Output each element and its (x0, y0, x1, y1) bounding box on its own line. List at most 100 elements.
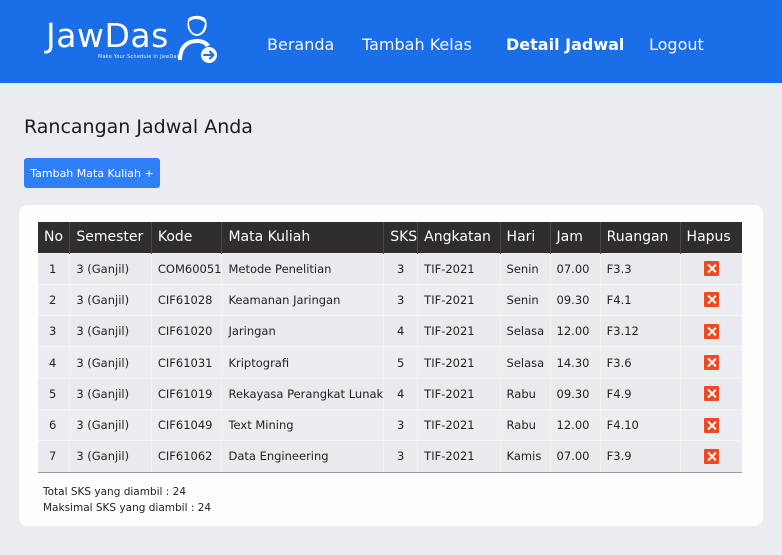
delete-icon[interactable] (703, 355, 719, 371)
delete-icon[interactable] (703, 417, 719, 433)
col-header-angkatan: Angkatan (417, 222, 501, 253)
cell-no: 1 (38, 252, 70, 285)
col-header-hari: Hari (499, 222, 551, 253)
cell-hapus (679, 408, 742, 441)
cell-semester: 3 (Ganjil) (69, 346, 152, 379)
cell-semester: 3 (Ganjil) (69, 377, 152, 410)
cell-mata-kuliah: Metode Penelitian (221, 252, 384, 285)
nav-tambah-kelas[interactable]: Tambah Kelas (362, 34, 472, 56)
cell-hapus (679, 377, 742, 410)
delete-icon[interactable] (703, 323, 719, 339)
cell-no: 7 (38, 440, 70, 473)
cell-sks: 3 (383, 408, 418, 441)
delete-icon[interactable] (703, 292, 719, 308)
cell-hari: Senin (499, 252, 551, 285)
cell-ruangan: F3.6 (599, 346, 681, 379)
cell-hari: Selasa (499, 315, 551, 347)
cell-angkatan: TIF-2021 (417, 408, 501, 441)
delete-icon[interactable] (703, 448, 719, 464)
cell-mata-kuliah: Rekayasa Perangkat Lunak (221, 377, 384, 410)
brand-name: JawDas (46, 16, 169, 55)
cell-angkatan: TIF-2021 (417, 377, 501, 410)
cell-kode: CIF61020 (150, 315, 222, 347)
col-header-mata-kuliah: Mata Kuliah (221, 222, 384, 253)
cell-mata-kuliah: Keamanan Jaringan (221, 283, 384, 316)
cell-hapus (679, 252, 742, 285)
nav-detail-jadwal[interactable]: Detail Jadwal (506, 34, 624, 56)
cell-sks: 3 (383, 283, 418, 316)
cell-hapus (679, 283, 742, 316)
col-header-jam: Jam (549, 222, 601, 253)
cell-ruangan: F4.10 (599, 408, 681, 441)
cell-mata-kuliah: Text Mining (221, 408, 384, 441)
cell-sks: 3 (383, 440, 418, 473)
cell-kode: CIF61049 (150, 408, 222, 441)
schedule-table: No Semester Kode Mata Kuliah SKS Angkata… (38, 222, 742, 473)
cell-angkatan: TIF-2021 (417, 346, 501, 379)
cell-hari: Rabu (499, 377, 551, 410)
table-row: 3 3 (Ganjil) CIF61020 Jaringan 4 TIF-202… (38, 315, 742, 347)
max-sks-text: Maksimal SKS yang diambil : 24 (43, 502, 212, 514)
table-row: 7 3 (Ganjil) CIF61062 Data Engineering 3… (38, 440, 742, 473)
table-row: 5 3 (Ganjil) CIF61019 Rekayasa Perangkat… (38, 377, 742, 410)
cell-jam: 07.00 (549, 440, 601, 473)
delete-icon[interactable] (703, 386, 719, 402)
cell-kode: CIF61031 (150, 346, 222, 379)
brand-logo[interactable]: JawDas Make Your Schedule in JawDas (46, 14, 226, 70)
cell-angkatan: TIF-2021 (417, 283, 501, 316)
table-row: 2 3 (Ganjil) CIF61028 Keamanan Jaringan … (38, 283, 742, 316)
cell-ruangan: F3.12 (599, 315, 681, 347)
cell-no: 3 (38, 315, 70, 347)
cell-jam: 12.00 (549, 315, 601, 347)
nav-logout[interactable]: Logout (649, 34, 704, 56)
cell-hari: Selasa (499, 346, 551, 379)
cell-ruangan: F3.9 (599, 440, 681, 473)
page-title: Rancangan Jadwal Anda (24, 116, 253, 138)
cell-semester: 3 (Ganjil) (69, 440, 152, 473)
cell-mata-kuliah: Kriptografi (221, 346, 384, 379)
nav-beranda[interactable]: Beranda (267, 34, 334, 56)
col-header-ruangan: Ruangan (599, 222, 681, 253)
cell-no: 6 (38, 408, 70, 441)
cell-angkatan: TIF-2021 (417, 252, 501, 285)
cell-jam: 12.00 (549, 408, 601, 441)
cell-ruangan: F4.1 (599, 283, 681, 316)
cell-no: 4 (38, 346, 70, 379)
cell-ruangan: F3.3 (599, 252, 681, 285)
cell-sks: 3 (383, 252, 418, 285)
cell-semester: 3 (Ganjil) (69, 315, 152, 347)
cell-angkatan: TIF-2021 (417, 315, 501, 347)
cell-hapus (679, 346, 742, 379)
cell-jam: 07.00 (549, 252, 601, 285)
cell-hapus (679, 440, 742, 473)
user-logout-icon (178, 15, 217, 63)
cell-sks: 4 (383, 315, 418, 347)
cell-semester: 3 (Ganjil) (69, 252, 152, 285)
cell-kode: CIF61062 (150, 440, 222, 473)
brand-tagline: Make Your Schedule in JawDas (98, 54, 180, 60)
cell-hapus (679, 315, 742, 347)
cell-angkatan: TIF-2021 (417, 440, 501, 473)
cell-kode: COM60051 (150, 252, 222, 285)
cell-hari: Senin (499, 283, 551, 316)
col-header-semester: Semester (69, 222, 152, 253)
sks-summary: Total SKS yang diambil : 24 Maksimal SKS… (43, 484, 211, 516)
col-header-kode: Kode (150, 222, 222, 253)
cell-kode: CIF61028 (150, 283, 222, 316)
cell-semester: 3 (Ganjil) (69, 408, 152, 441)
add-course-button[interactable]: Tambah Mata Kuliah + (24, 158, 160, 188)
table-row: 1 3 (Ganjil) COM60051 Metode Penelitian … (38, 252, 742, 285)
navbar: JawDas Make Your Schedule in JawDas Bera… (0, 0, 782, 83)
cell-ruangan: F4.9 (599, 377, 681, 410)
table-header-row: No Semester Kode Mata Kuliah SKS Angkata… (38, 222, 742, 253)
cell-no: 5 (38, 377, 70, 410)
cell-semester: 3 (Ganjil) (69, 283, 152, 316)
col-header-hapus: Hapus (679, 222, 742, 253)
cell-jam: 09.30 (549, 283, 601, 316)
col-header-sks: SKS (383, 222, 418, 253)
cell-no: 2 (38, 283, 70, 316)
schedule-card: No Semester Kode Mata Kuliah SKS Angkata… (19, 205, 763, 526)
total-sks-text: Total SKS yang diambil : 24 (43, 486, 187, 498)
delete-icon[interactable] (703, 261, 719, 277)
cell-jam: 14.30 (549, 346, 601, 379)
